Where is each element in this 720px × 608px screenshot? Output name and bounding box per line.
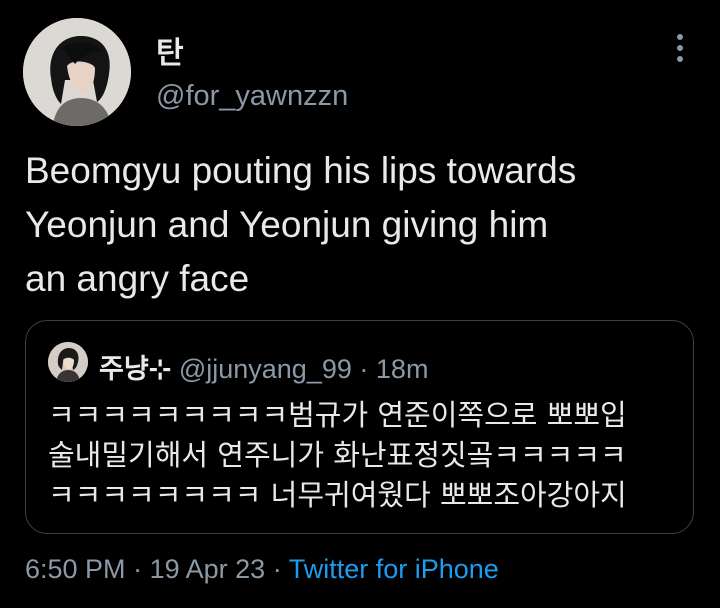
quoted-tweet-time[interactable]: 18m xyxy=(376,354,429,384)
dot-icon xyxy=(677,34,683,40)
quoted-author-name[interactable]: 주냥 xyxy=(99,354,149,385)
author-handle[interactable]: @for_yawnzzn xyxy=(156,80,348,113)
dot-icon xyxy=(677,56,683,62)
avatar-image xyxy=(23,18,131,126)
tweet-time[interactable]: 6:50 PM xyxy=(25,554,126,584)
quoted-tweet-text: ㅋㅋㅋㅋㅋㅋㅋㅋㅋ범규가 연준이쪽으로 뽀뽀입 술내밀기해서 연주니가 화난표정… xyxy=(48,398,627,512)
tweet-metadata: 6:50 PM · 19 Apr 23 · Twitter for iPhone xyxy=(25,554,499,585)
separator-dot: · xyxy=(133,554,143,584)
author-avatar[interactable] xyxy=(23,18,131,126)
author-display-name[interactable]: 탄 xyxy=(156,28,184,72)
quoted-tweet[interactable]: 주냥⊹ @jjunyang_99 · 18m ㅋㅋㅋㅋㅋㅋㅋㅋㅋ범규가 연준이쪽… xyxy=(25,320,694,534)
tweet-date[interactable]: 19 Apr 23 xyxy=(150,554,266,584)
quoted-author-handle[interactable]: @jjunyang_99 xyxy=(179,354,352,384)
more-vertical-icon[interactable] xyxy=(670,34,690,68)
quoted-tweet-header: 주냥⊹ @jjunyang_99 · 18m xyxy=(99,347,428,386)
separator-dot: · xyxy=(272,554,282,584)
tweet-card: 탄 @for_yawnzzn Beomgyu pouting his lips … xyxy=(0,0,720,608)
separator-dot: · xyxy=(359,354,369,384)
tweet-text: Beomgyu pouting his lips towards Yeonjun… xyxy=(25,150,577,299)
quoted-avatar-image xyxy=(48,342,88,382)
dot-icon xyxy=(677,45,683,51)
quoted-author-avatar[interactable] xyxy=(48,342,88,382)
quoted-author-name-suffix: ⊹ xyxy=(148,354,172,385)
tweet-source-link[interactable]: Twitter for iPhone xyxy=(289,554,499,584)
